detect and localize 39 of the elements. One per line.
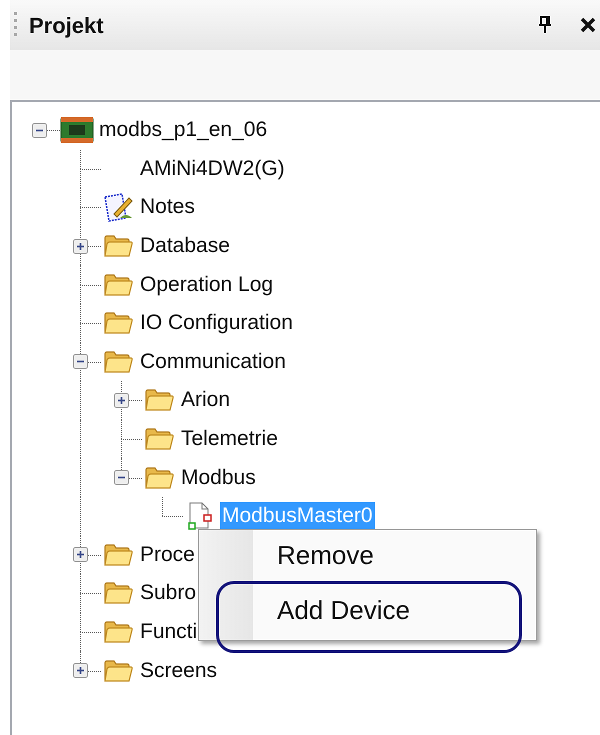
- panel-title: Projekt: [29, 12, 104, 40]
- folder-icon: [103, 619, 133, 646]
- expand-toggle-icon[interactable]: [73, 663, 88, 678]
- expand-toggle-icon[interactable]: [73, 238, 88, 254]
- collapse-toggle-icon[interactable]: [114, 470, 129, 486]
- tree-item[interactable]: Notes: [138, 193, 197, 222]
- folder-icon: [103, 233, 133, 260]
- close-icon[interactable]: [580, 17, 596, 33]
- tree-item[interactable]: AMiNi4DW2(G): [138, 154, 287, 183]
- tree-item[interactable]: Communication: [138, 348, 288, 376]
- collapse-toggle-icon[interactable]: [32, 122, 47, 138]
- tree-item[interactable]: Operation Log: [138, 270, 276, 299]
- tree-item[interactable]: IO Configuration: [138, 309, 295, 338]
- pin-icon[interactable]: [538, 15, 552, 35]
- expand-toggle-icon[interactable]: [114, 392, 129, 408]
- tree-item[interactable]: Telemetrie: [179, 425, 280, 454]
- folder-icon: [144, 387, 174, 414]
- folder-icon: [103, 348, 133, 375]
- tree-item[interactable]: Subro: [138, 579, 198, 608]
- folder-icon: [103, 310, 133, 336]
- tree-item[interactable]: Functi: [138, 618, 200, 646]
- folder-icon: [144, 426, 174, 452]
- menu-item[interactable]: Add Device: [253, 580, 536, 640]
- notepad-pencil-icon: [102, 192, 134, 222]
- tree-item[interactable]: Proce: [138, 540, 197, 569]
- folder-icon: [103, 272, 133, 298]
- tree-item[interactable]: Database: [138, 232, 232, 260]
- menu-item[interactable]: Remove: [253, 530, 536, 580]
- folder-icon: [103, 542, 133, 568]
- tree-item[interactable]: Arion: [179, 386, 232, 414]
- expand-toggle-icon[interactable]: [73, 547, 88, 562]
- tree-item[interactable]: Screens: [138, 656, 220, 685]
- tree-item[interactable]: modbs_p1_en_06: [97, 116, 270, 144]
- folder-icon: [103, 580, 133, 606]
- folder-icon: [103, 658, 133, 684]
- circuit-board-icon: [60, 116, 94, 144]
- collapse-toggle-icon[interactable]: [73, 354, 88, 370]
- tree-item[interactable]: Modbus: [179, 464, 258, 492]
- folder-icon: [144, 464, 174, 491]
